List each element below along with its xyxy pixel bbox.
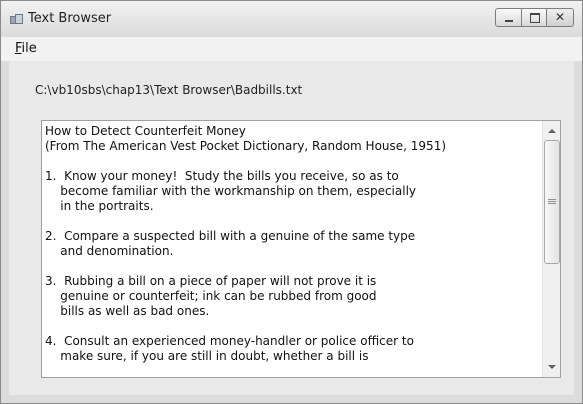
menu-file-label-rest: ile [21,41,37,56]
app-window-icon[interactable] [10,14,23,24]
main-panel: C:\vb10sbs\chap13\Text Browser\Badbills.… [9,61,574,395]
document-text[interactable]: How to Detect Counterfeit Money (From Th… [45,124,541,377]
scroll-up-arrow-icon[interactable] [548,129,556,133]
scroll-down-arrow-icon[interactable] [548,365,556,369]
menu-bar: File [1,37,582,61]
file-path-label: C:\vb10sbs\chap13\Text Browser\Badbills.… [35,83,303,97]
thumb-grip-icon [548,199,556,200]
minimize-button[interactable] [495,8,522,27]
document-textbox[interactable]: How to Detect Counterfeit Money (From Th… [41,120,561,378]
maximize-button[interactable] [521,8,547,27]
maximize-icon [530,13,540,23]
app-window: Text Browser ✕ File C:\vb10sbs\chap13\Te… [0,0,583,404]
close-icon: ✕ [554,10,566,24]
vertical-scrollbar[interactable] [542,121,560,377]
menu-file[interactable]: File [15,41,37,56]
minimize-icon [505,20,513,22]
window-title: Text Browser [28,11,112,26]
close-button[interactable]: ✕ [546,8,574,27]
title-bar[interactable]: Text Browser ✕ [1,1,582,37]
scrollbar-thumb[interactable] [544,140,560,264]
